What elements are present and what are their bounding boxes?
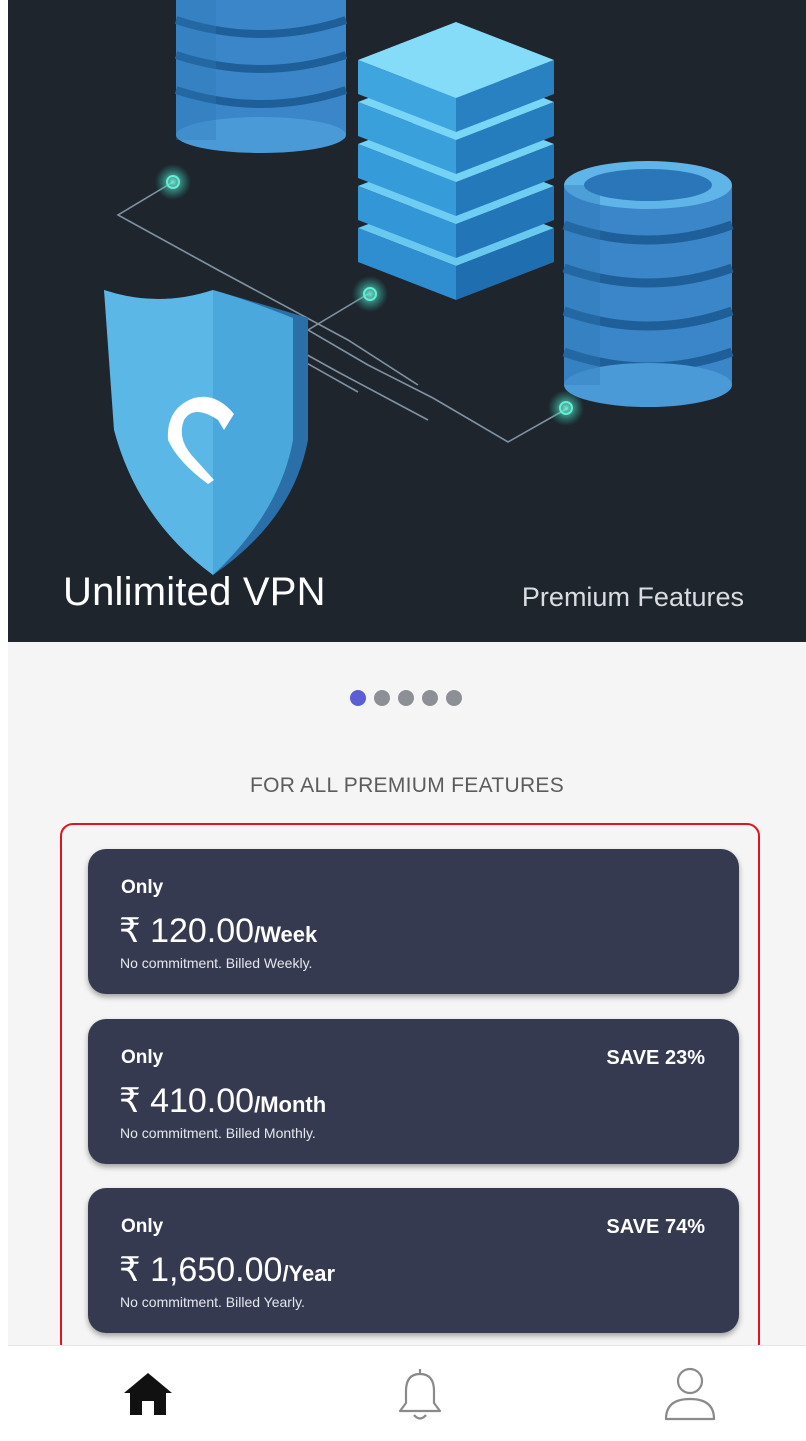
plan-period: /Month	[254, 1092, 327, 1117]
home-icon	[124, 1373, 172, 1415]
plan-price: ₹ 410.00/Month	[119, 1081, 326, 1121]
plan-amount: ₹ 410.00	[119, 1082, 255, 1120]
app-screen: Unlimited VPN Premium Features FOR ALL P…	[8, 0, 806, 1441]
carousel-indicator	[350, 690, 462, 708]
plan-note: No commitment. Billed Yearly.	[120, 1294, 305, 1310]
plan-save-badge: SAVE 74%	[606, 1216, 705, 1238]
hero-subtitle: Premium Features	[521, 582, 744, 612]
carousel-dot-4[interactable]	[422, 690, 438, 706]
plan-card-monthly[interactable]: Only SAVE 23% ₹ 410.00/Month No commitme…	[88, 1019, 739, 1164]
plans-heading: FOR ALL PREMIUM FEATURES	[249, 774, 565, 797]
plan-card-yearly[interactable]: Only SAVE 74% ₹ 1,650.00/Year No commitm…	[88, 1188, 739, 1333]
plan-period: /Week	[254, 922, 318, 947]
plan-price: ₹ 120.00/Week	[119, 911, 317, 951]
plan-card-weekly[interactable]: Only ₹ 120.00/Week No commitment. Billed…	[88, 849, 739, 994]
nav-home[interactable]	[88, 1346, 208, 1441]
vpn-illustration	[104, 0, 734, 575]
carousel-dot-5[interactable]	[446, 690, 462, 706]
hero-banner[interactable]: Unlimited VPN Premium Features	[8, 0, 806, 642]
bell-icon	[398, 1369, 442, 1420]
plan-amount: ₹ 120.00	[119, 912, 255, 950]
hero-title: Unlimited VPN	[63, 570, 326, 614]
plan-amount: ₹ 1,650.00	[119, 1251, 283, 1289]
nav-notifications[interactable]	[360, 1346, 480, 1441]
carousel-dot-1[interactable]	[350, 690, 366, 706]
plan-note: No commitment. Billed Monthly.	[120, 1125, 316, 1141]
carousel-dot-3[interactable]	[398, 690, 414, 706]
nav-profile[interactable]	[630, 1346, 750, 1441]
plan-note: No commitment. Billed Weekly.	[120, 955, 313, 971]
plan-only-label: Only	[121, 1047, 164, 1068]
plan-save-badge: SAVE 23%	[606, 1047, 705, 1069]
carousel-dot-2[interactable]	[374, 690, 390, 706]
bottom-navigation	[8, 1345, 806, 1441]
plan-price: ₹ 1,650.00/Year	[119, 1250, 335, 1290]
plan-only-label: Only	[121, 877, 164, 898]
plan-period: /Year	[282, 1261, 336, 1286]
user-icon	[664, 1367, 716, 1421]
plan-only-label: Only	[121, 1216, 164, 1237]
